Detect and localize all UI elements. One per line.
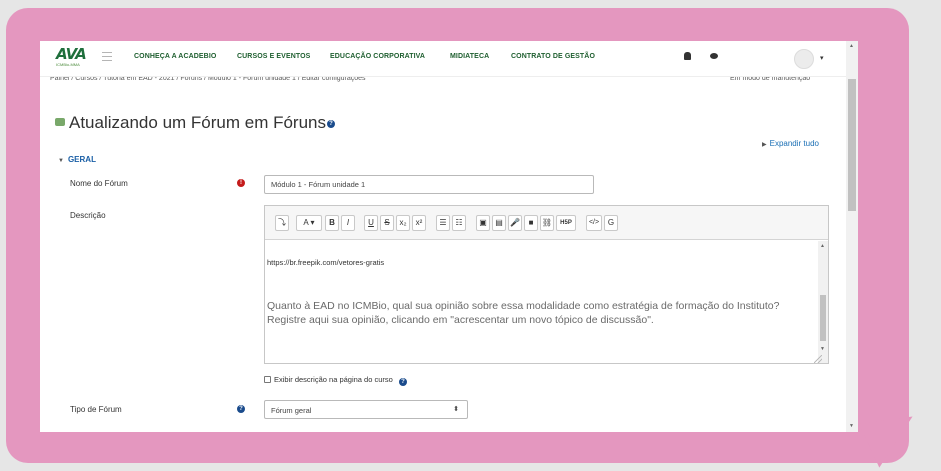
resize-grip-icon[interactable]	[814, 355, 822, 363]
editor-scroll-thumb[interactable]	[820, 295, 826, 341]
page-scroll-up-icon[interactable]: ▲	[849, 43, 854, 49]
toolbar-toggle-button[interactable]: ⤵	[275, 215, 289, 231]
description-editor: ⤵ A ▾ B I U S x₂ x² ☰ ☷ ▣ ▤ 🎤 ■ ⛓ H5P </…	[264, 205, 829, 364]
grammar-button[interactable]: G	[604, 215, 618, 231]
scroll-down-icon[interactable]: ▼	[820, 346, 825, 352]
page-scrollbar[interactable]: ▲ ▼	[846, 41, 858, 432]
logo-subtitle: ICMBio-MMA	[56, 62, 80, 67]
expand-all-link[interactable]: ▶ Expandir tudo	[762, 139, 819, 148]
breadcrumb[interactable]: Painel / Cursos / Tutoria em EAD - 2021 …	[50, 77, 366, 83]
forum-name-label: Nome do Fórum	[70, 179, 128, 188]
nav-item-cursos[interactable]: CURSOS E EVENTOS	[237, 53, 310, 60]
page-title: Atualizando um Fórum em Fóruns?	[55, 113, 335, 133]
description-link-text[interactable]: https://br.freepik.com/vetores-gratis	[267, 258, 384, 267]
section-geral-header[interactable]: ▼ GERAL	[58, 155, 96, 164]
page-scroll-down-icon[interactable]: ▼	[849, 423, 854, 429]
media-button[interactable]: ▤	[492, 215, 506, 231]
hamburger-menu-icon[interactable]	[102, 52, 112, 64]
record-audio-button[interactable]: 🎤	[508, 215, 522, 231]
forum-type-label: Tipo de Fórum	[70, 405, 122, 414]
show-description-row: Exibir descrição na página do curso ?	[264, 375, 407, 386]
avatar[interactable]	[794, 49, 814, 69]
page-scroll-thumb[interactable]	[848, 79, 856, 211]
browser-screen: AVA ICMBio-MMA CONHEÇA A ACADEBIO CURSOS…	[40, 41, 858, 432]
underline-button[interactable]: U	[364, 215, 378, 231]
chat-icon[interactable]	[710, 53, 718, 59]
forum-type-value: Fórum geral	[271, 406, 312, 415]
image-button[interactable]: ▣	[476, 215, 490, 231]
collapse-triangle-icon: ▼	[58, 158, 64, 164]
top-navbar: AVA ICMBio-MMA CONHEÇA A ACADEBIO CURSOS…	[40, 41, 846, 77]
maintenance-notice: Em modo de manutenção	[730, 77, 811, 82]
logo-text: AVA	[56, 45, 87, 63]
show-description-checkbox[interactable]	[264, 376, 271, 383]
bold-button[interactable]: B	[325, 215, 339, 231]
superscript-button[interactable]: x²	[412, 215, 426, 231]
ava-logo[interactable]: AVA ICMBio-MMA	[56, 45, 87, 71]
forum-type-help-icon[interactable]: ?	[237, 405, 245, 413]
pink-frame-tail	[859, 416, 919, 470]
font-color-button[interactable]: A ▾	[296, 215, 322, 231]
html-source-button[interactable]: </>	[586, 215, 602, 231]
show-description-help-icon[interactable]: ?	[398, 378, 407, 386]
scroll-up-icon[interactable]: ▲	[820, 243, 825, 249]
ordered-list-button[interactable]: ☷	[452, 215, 466, 231]
required-icon: !	[237, 179, 245, 187]
link-button[interactable]: ⛓	[540, 215, 554, 231]
nav-item-conheca[interactable]: CONHEÇA A ACADEBIO	[134, 53, 216, 60]
description-paragraph[interactable]: Quanto à EAD no ICMBio, qual sua opinião…	[267, 299, 812, 327]
italic-button[interactable]: I	[341, 215, 355, 231]
section-geral-label: GERAL	[67, 155, 96, 164]
editor-scrollbar[interactable]: ▲ ▼	[818, 241, 828, 363]
page-title-text: Atualizando um Fórum em Fóruns	[69, 113, 326, 132]
forum-type-select[interactable]: Fórum geral ⬍	[264, 400, 468, 419]
chevron-down-icon[interactable]: ▾	[820, 54, 824, 62]
nav-item-midiateca[interactable]: MIDIATECA	[450, 53, 489, 60]
bell-icon[interactable]	[684, 52, 691, 60]
unordered-list-button[interactable]: ☰	[436, 215, 450, 231]
record-video-button[interactable]: ■	[524, 215, 538, 231]
description-label: Descrição	[70, 211, 106, 220]
editor-toolbar: ⤵ A ▾ B I U S x₂ x² ☰ ☷ ▣ ▤ 🎤 ■ ⛓ H5P </…	[265, 206, 828, 240]
strikethrough-button[interactable]: S	[380, 215, 394, 231]
h5p-button[interactable]: H5P	[556, 215, 576, 231]
select-caret-icon: ⬍	[453, 406, 459, 413]
nav-item-educacao[interactable]: EDUCAÇÃO CORPORATIVA	[330, 53, 425, 60]
subscript-button[interactable]: x₂	[396, 215, 410, 231]
title-help-icon[interactable]: ?	[327, 120, 335, 128]
expand-all-label: Expandir tudo	[769, 139, 819, 148]
expand-triangle-icon: ▶	[762, 142, 767, 148]
nav-item-contrato[interactable]: CONTRATO DE GESTÃO	[511, 53, 595, 60]
forum-name-input[interactable]: Módulo 1 - Fórum unidade 1	[264, 175, 594, 194]
show-description-label[interactable]: Exibir descrição na página do curso	[274, 375, 393, 384]
forum-icon	[55, 118, 65, 126]
editor-content-area[interactable]: https://br.freepik.com/vetores-gratis Qu…	[265, 241, 828, 363]
